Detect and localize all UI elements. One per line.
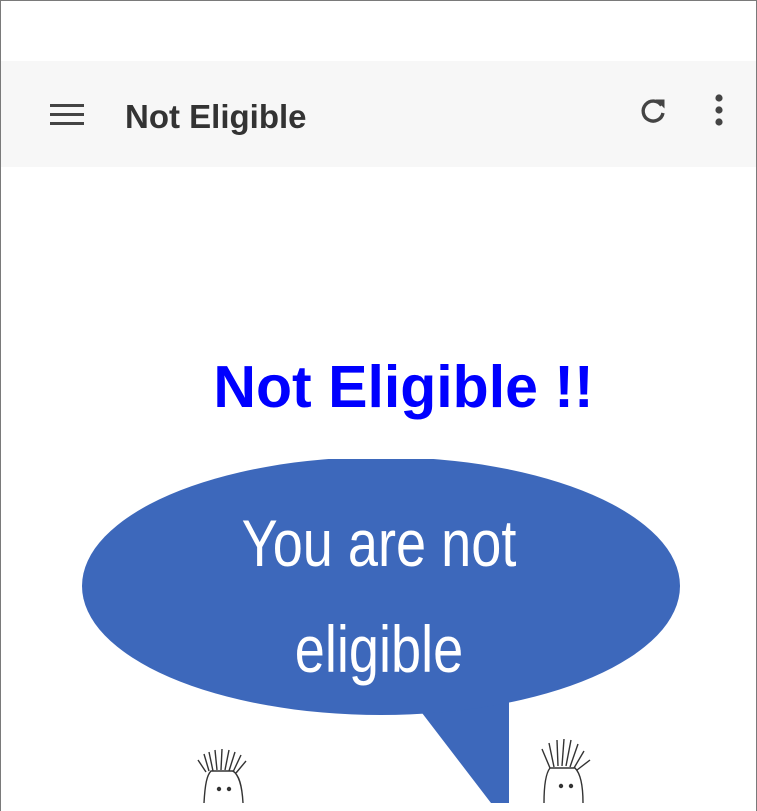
menu-button[interactable] xyxy=(47,95,87,135)
bubble-text-line2: eligible xyxy=(295,612,463,686)
refresh-icon xyxy=(641,99,665,123)
refresh-button[interactable] xyxy=(633,91,673,131)
app-bar: Not Eligible xyxy=(1,61,756,167)
right-cartoon-figure xyxy=(541,738,591,804)
content-area: Not Eligible !! You are not eligible xyxy=(1,167,756,811)
left-cartoon-figure xyxy=(197,748,247,804)
app-title: Not Eligible xyxy=(125,98,307,135)
status-area xyxy=(1,1,756,61)
not-eligible-illustration: You are not eligible xyxy=(82,459,680,804)
app-window: Not Eligible Not Eligible !! You are not… xyxy=(0,0,757,811)
bubble-text-line1: You are not xyxy=(242,506,517,580)
hamburger-menu-icon xyxy=(50,104,84,125)
not-eligible-heading: Not Eligible !! xyxy=(213,354,594,420)
more-options-button[interactable] xyxy=(701,91,737,131)
more-vert-icon xyxy=(715,94,723,126)
